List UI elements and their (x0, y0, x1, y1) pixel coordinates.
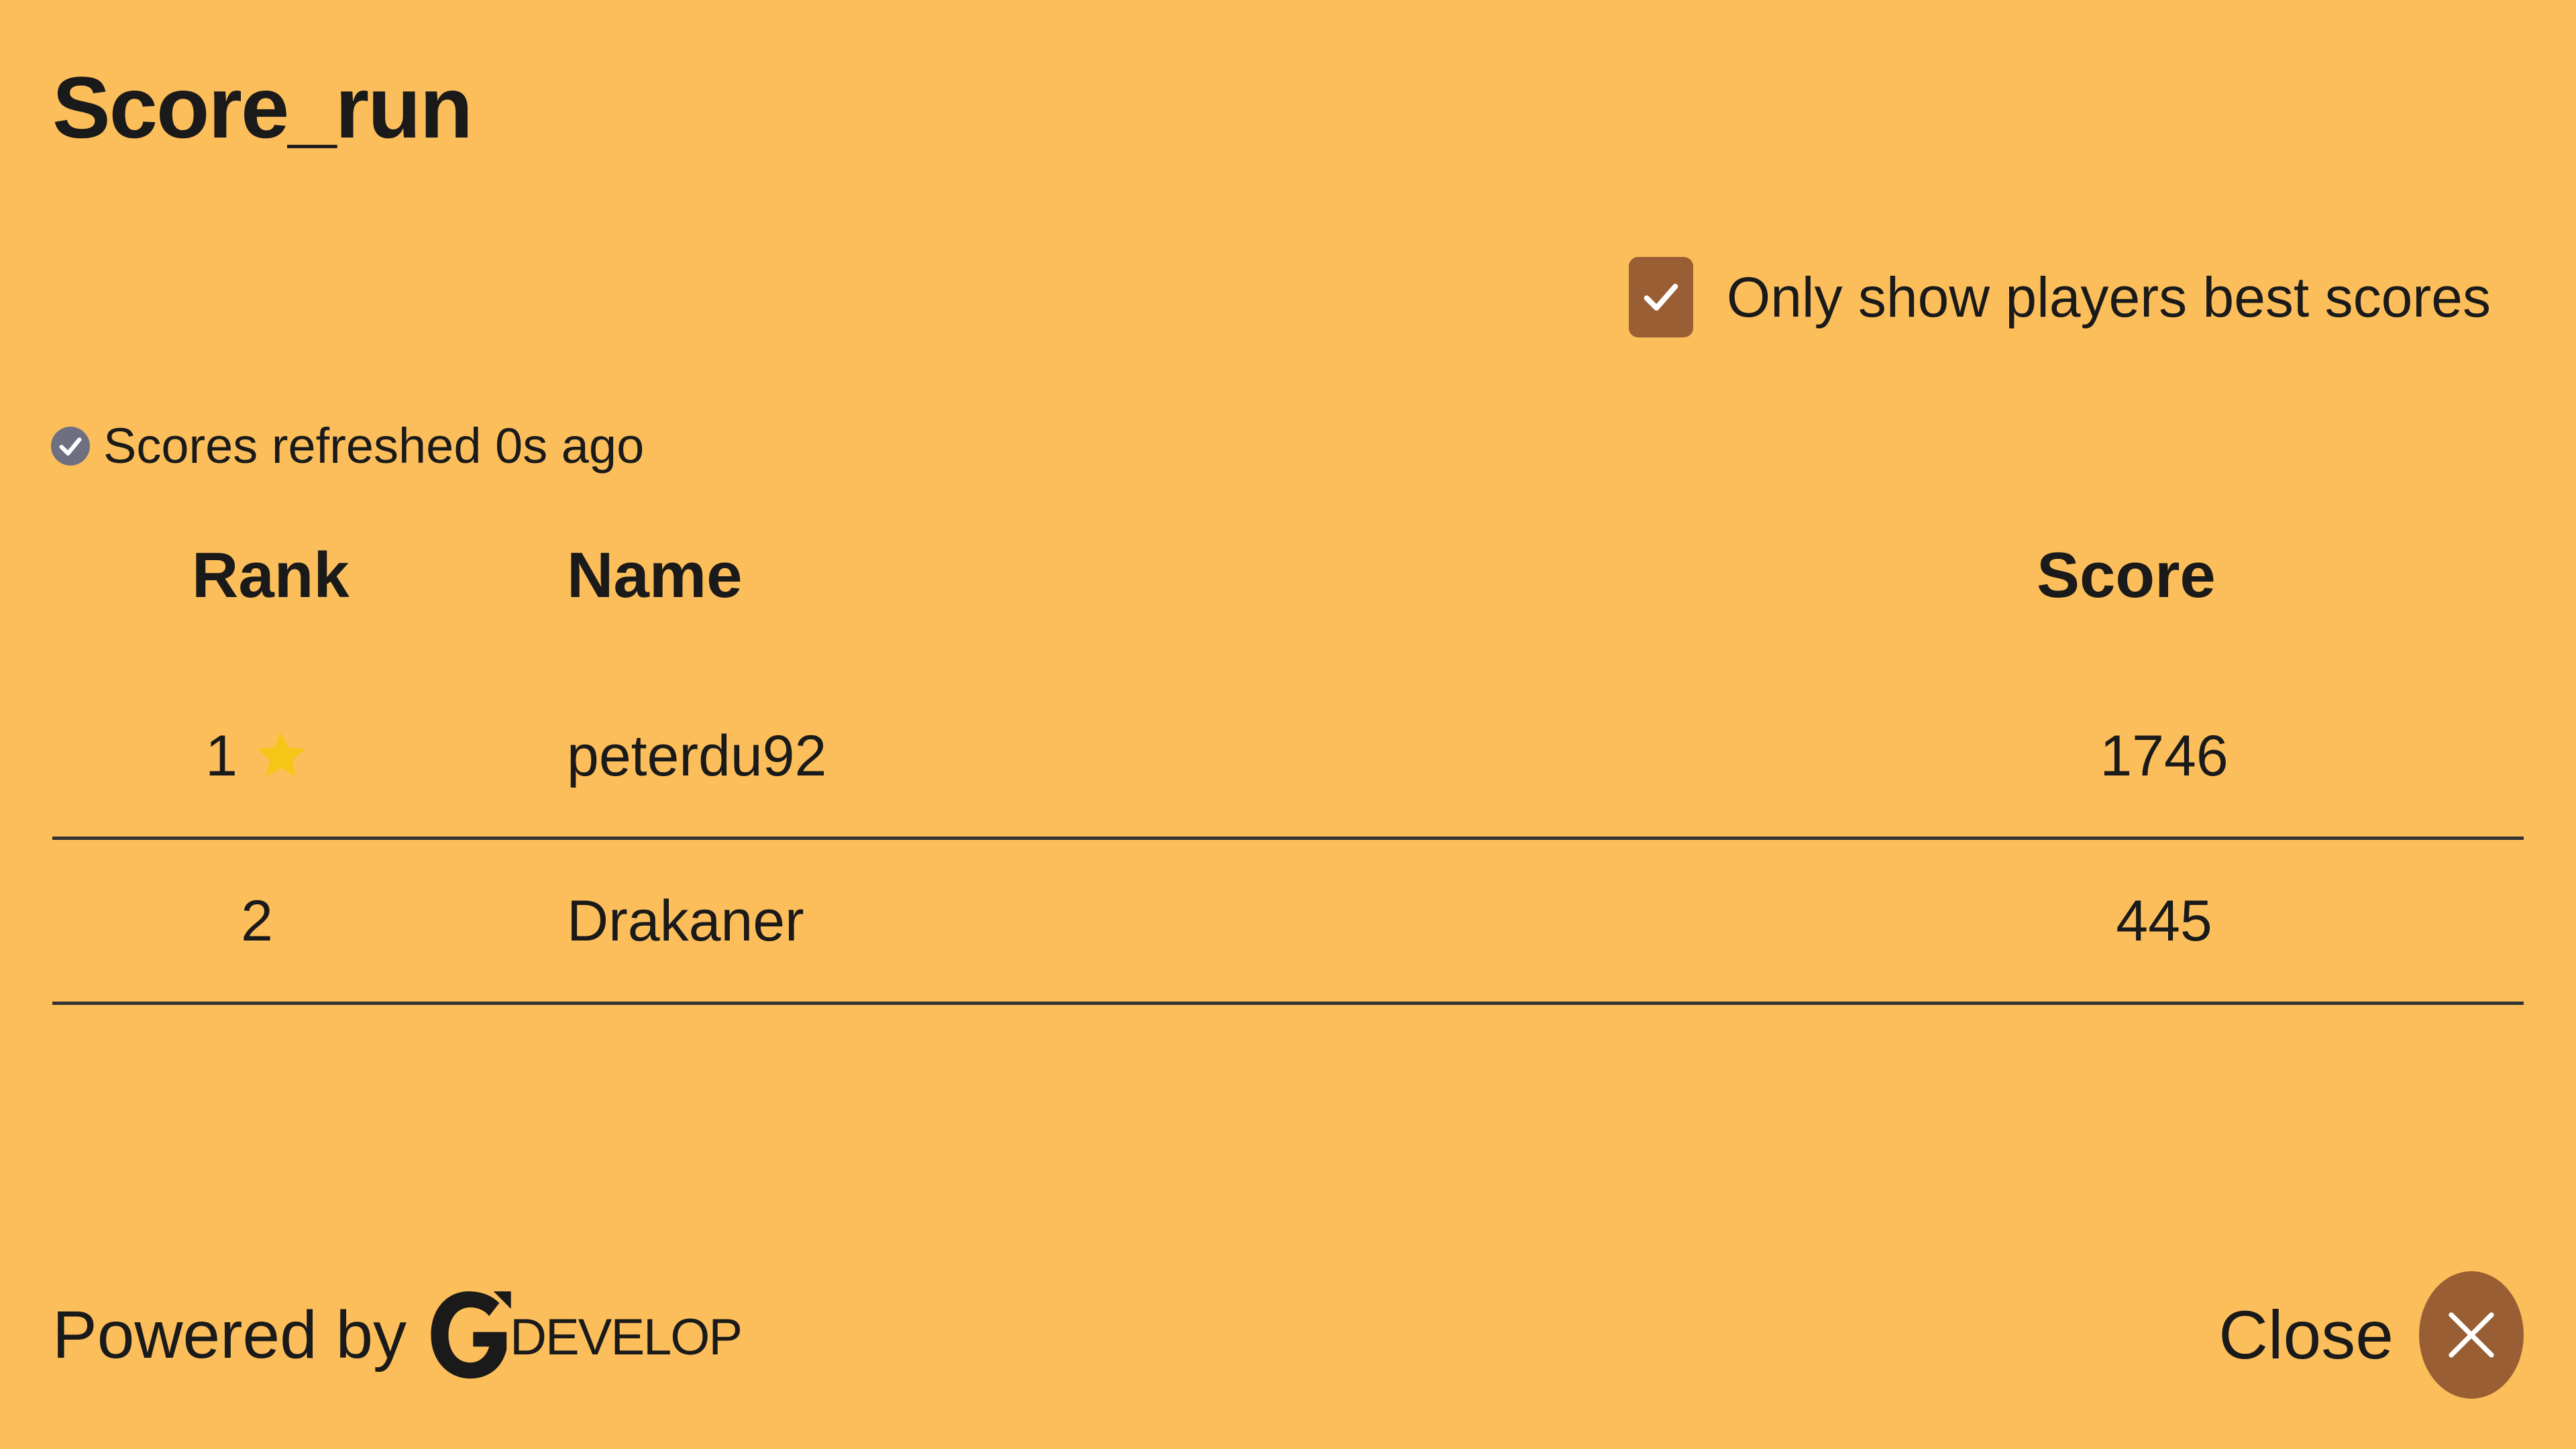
checkmark-icon (1644, 284, 1678, 311)
score-value: 1746 (2100, 723, 2229, 788)
close-button[interactable] (2419, 1271, 2524, 1399)
powered-by-label: Powered by (52, 1297, 407, 1373)
column-header-name: Name (567, 539, 743, 611)
table-row: 2 Drakaner 445 (52, 840, 2524, 1005)
gdevelop-wordmark: DEVELOP (510, 1309, 743, 1366)
best-scores-toggle[interactable]: Only show players best scores (1628, 257, 2491, 337)
rank-value: 2 (241, 888, 273, 953)
refresh-status-text: Scores refreshed 0s ago (103, 418, 645, 474)
rank-cell: 2 (52, 840, 462, 1002)
table-row: 1 peterdu92 1746 (52, 675, 2524, 840)
gdevelop-g-icon (431, 1291, 511, 1379)
rank-cell: 1 (52, 675, 462, 837)
player-name: Drakaner (567, 888, 804, 953)
powered-by: Powered by DEVELOP (52, 1288, 743, 1382)
rank-value: 1 (205, 723, 237, 788)
player-name: peterdu92 (567, 723, 827, 788)
check-circle-icon (51, 427, 90, 466)
gdevelop-logo: DEVELOP (427, 1288, 743, 1382)
close-icon (2449, 1312, 2494, 1358)
score-value: 445 (2116, 888, 2212, 953)
column-header-score: Score (2037, 539, 2216, 611)
close-label[interactable]: Close (2218, 1301, 2394, 1369)
star-icon (254, 729, 309, 784)
refresh-status: Scores refreshed 0s ago (51, 416, 644, 476)
best-scores-label: Only show players best scores (1726, 266, 2491, 329)
leaderboard-title: Score_run (52, 58, 473, 156)
best-scores-checkbox[interactable] (1628, 257, 1693, 337)
close-control[interactable]: Close (2218, 1271, 2524, 1399)
column-header-rank: Rank (192, 539, 350, 611)
